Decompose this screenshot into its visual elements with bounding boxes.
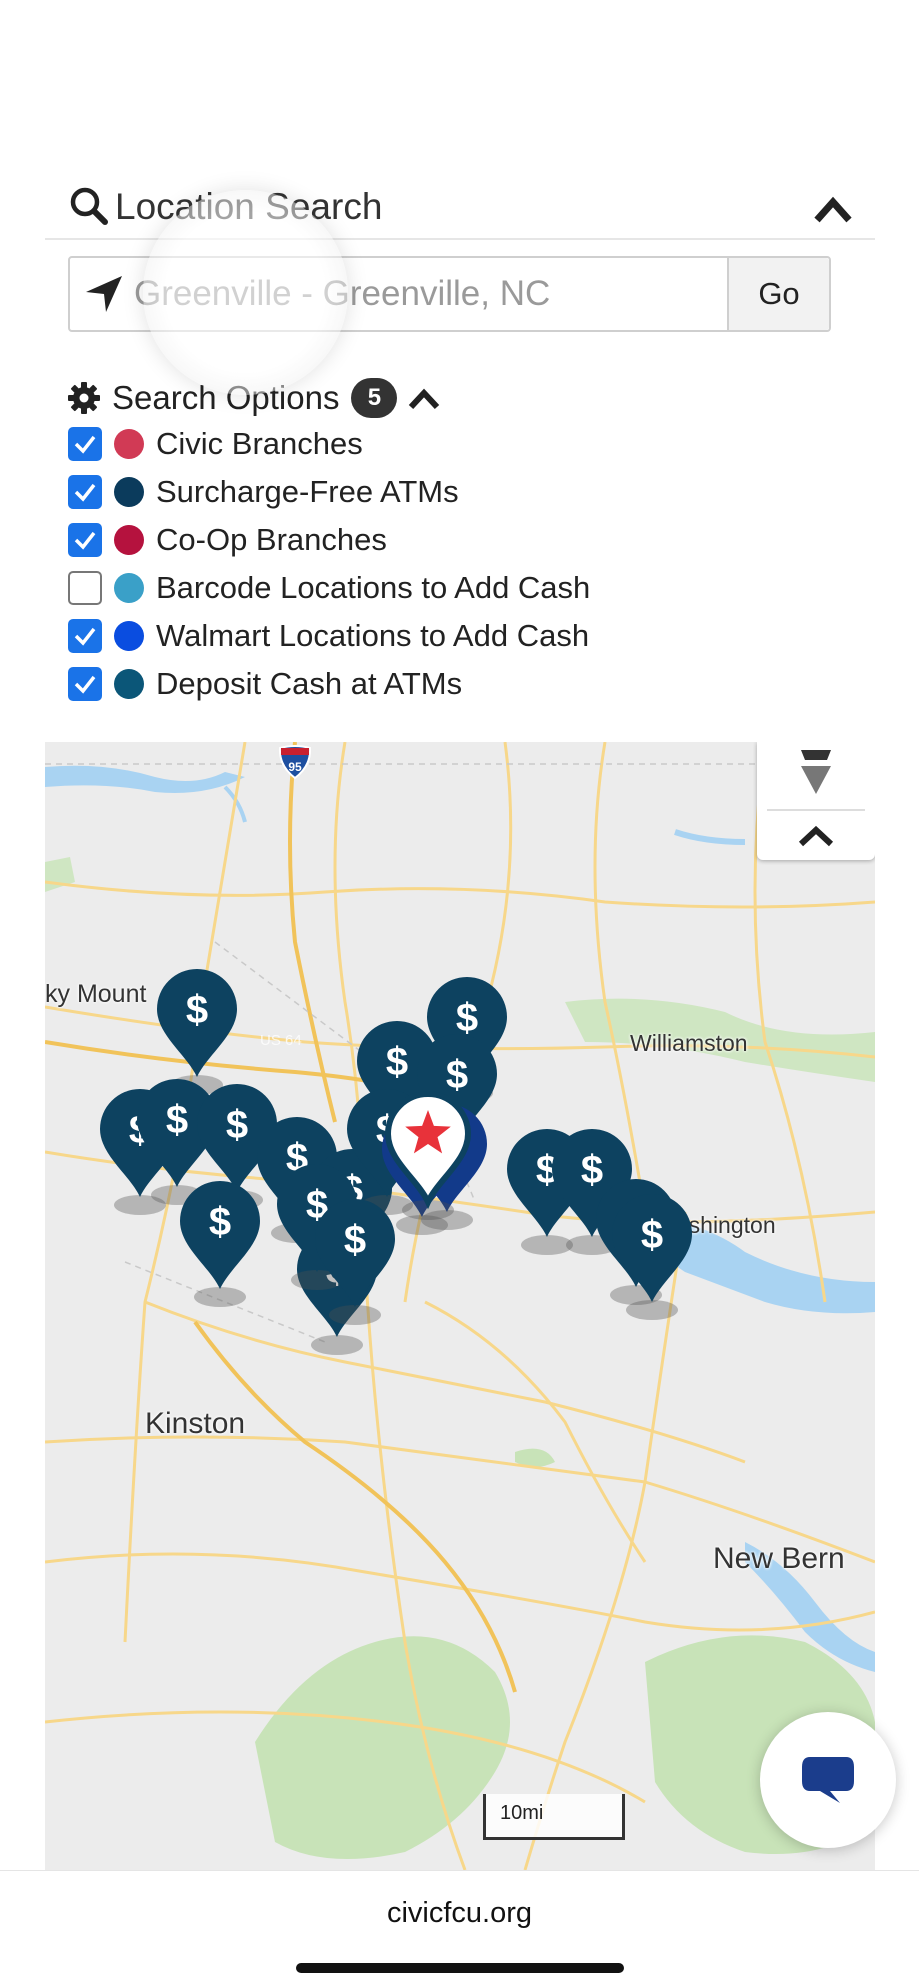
search-icon — [70, 187, 108, 225]
legend-dot — [114, 525, 144, 555]
atm-pin[interactable]: $ — [180, 1181, 260, 1307]
location-search-title: Location Search — [115, 186, 383, 227]
go-button[interactable]: Go — [727, 258, 829, 330]
option-label: Deposit Cash at ATMs — [156, 666, 463, 701]
checkbox-checked[interactable] — [68, 523, 102, 557]
chevron-up-icon — [798, 825, 834, 847]
map-pins: $$$$$$$$$$$$$$$$$$$$ — [100, 969, 692, 1355]
search-options-header[interactable]: Search Options 5 — [68, 372, 441, 424]
check-icon — [74, 531, 96, 550]
map[interactable]: 95 ky Mount Williamston Washington Kinst… — [45, 742, 875, 1870]
location-search-box: Go — [68, 256, 831, 332]
dollar-icon: $ — [581, 1148, 603, 1192]
option-co-op-branches[interactable]: Co-Op Branches — [68, 518, 387, 562]
legend-dot — [114, 621, 144, 651]
option-civic-branches[interactable]: Civic Branches — [68, 422, 363, 466]
legend-dot — [114, 429, 144, 459]
chat-icon — [802, 1757, 854, 1803]
checkbox-checked[interactable] — [68, 427, 102, 461]
legend-dot — [114, 477, 144, 507]
checkbox-checked[interactable] — [68, 619, 102, 653]
location-search-input[interactable] — [134, 264, 774, 324]
legend-dot — [114, 669, 144, 699]
option-label: Walmart Locations to Add Cash — [156, 618, 590, 653]
check-icon — [74, 483, 96, 502]
option-deposit-cash-atms[interactable]: Deposit Cash at ATMs — [68, 662, 462, 706]
checkbox-unchecked[interactable] — [68, 571, 102, 605]
dollar-icon: $ — [446, 1053, 468, 1097]
checkbox-checked[interactable] — [68, 475, 102, 509]
dollar-icon: $ — [456, 996, 478, 1040]
chat-button[interactable] — [760, 1712, 896, 1848]
dollar-icon: $ — [641, 1213, 663, 1257]
option-walmart-locations[interactable]: Walmart Locations to Add Cash — [68, 614, 589, 658]
browser-footer: civicfcu.org — [0, 1870, 919, 1981]
check-icon — [74, 627, 96, 646]
map-scale: 10mi — [483, 1794, 625, 1840]
option-label: Barcode Locations to Add Cash — [156, 570, 591, 605]
chevron-down-icon — [801, 766, 831, 794]
legend-dot — [114, 573, 144, 603]
option-label: Co-Op Branches — [156, 522, 387, 557]
option-label: Civic Branches — [156, 426, 363, 461]
check-icon — [74, 675, 96, 694]
option-surcharge-free-atms[interactable]: Surcharge-Free ATMs — [68, 470, 459, 514]
chevron-up-icon[interactable] — [407, 383, 441, 413]
home-indicator[interactable] — [296, 1963, 624, 1973]
chevron-up-icon[interactable] — [811, 190, 855, 226]
search-options-title: Search Options — [112, 379, 340, 416]
check-icon — [74, 435, 96, 454]
checkbox-checked[interactable] — [68, 667, 102, 701]
dollar-icon: $ — [386, 1040, 408, 1084]
dollar-icon: $ — [344, 1218, 366, 1262]
atm-pin[interactable]: $ — [157, 969, 237, 1095]
location-search-header[interactable]: Location Search — [45, 180, 875, 240]
map-control-icons — [767, 750, 865, 847]
gear-icon — [68, 382, 100, 414]
site-url[interactable]: civicfcu.org — [0, 1897, 919, 1930]
dollar-icon: $ — [226, 1103, 248, 1147]
dollar-icon: $ — [209, 1200, 231, 1244]
option-label: Surcharge-Free ATMs — [156, 474, 459, 509]
option-barcode-locations[interactable]: Barcode Locations to Add Cash — [68, 566, 590, 610]
dollar-icon: $ — [166, 1098, 188, 1142]
location-arrow-icon[interactable] — [82, 272, 126, 316]
options-count-badge: 5 — [351, 378, 398, 418]
compass-icon — [801, 750, 831, 760]
dollar-icon: $ — [186, 988, 208, 1032]
map-zoom-control[interactable] — [757, 742, 875, 860]
